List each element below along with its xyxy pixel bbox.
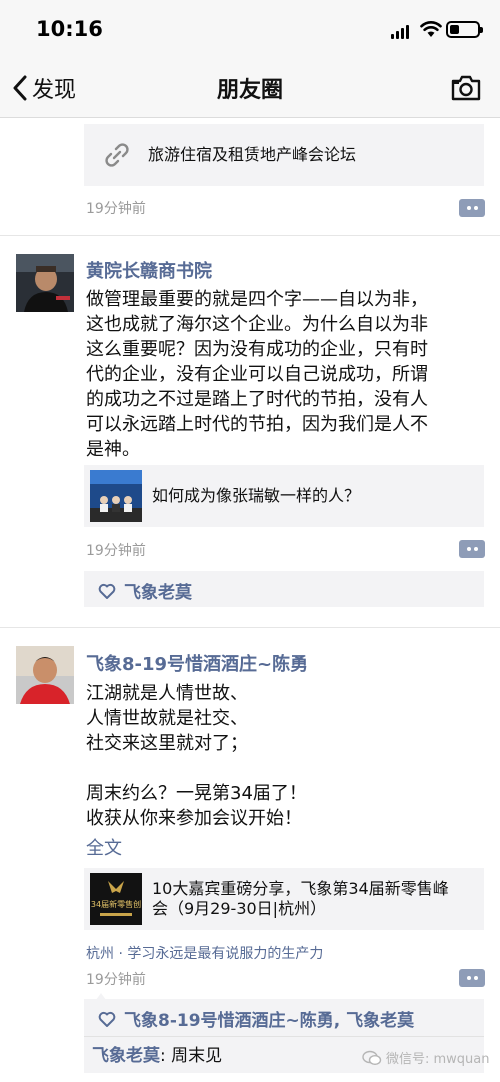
post-time: 19分钟前 bbox=[86, 201, 146, 217]
post-location[interactable]: 杭州 · 学习永远是最有说服力的生产力 bbox=[86, 943, 323, 963]
comment-more-button[interactable] bbox=[459, 969, 485, 987]
post-divider bbox=[0, 627, 500, 628]
post-author[interactable]: 黄院长赣商书院 bbox=[86, 257, 212, 283]
signal-icon bbox=[391, 25, 409, 39]
battery-icon bbox=[446, 21, 483, 38]
post-author[interactable]: 飞象8-19号惜酒酒庄~陈勇 bbox=[86, 650, 308, 676]
post-text: 江湖就是人情世故、 人情世故就是社交、 社交来这里就对了； 周末约么？一晃第34… bbox=[86, 683, 307, 829]
link-icon bbox=[105, 143, 129, 167]
link-thumbnail bbox=[90, 470, 142, 522]
comment-row[interactable]: 飞象老莫: 周末见 bbox=[92, 1041, 222, 1066]
likes-names[interactable]: 飞象老莫 bbox=[124, 578, 192, 603]
link-title-line1: 10大嘉宾重磅分享，飞象第34届新零售峰 bbox=[152, 879, 449, 898]
post-time: 19分钟前 bbox=[86, 972, 146, 988]
status-time: 10:16 bbox=[36, 17, 103, 41]
avatar[interactable] bbox=[16, 646, 74, 704]
link-title: 旅游住宿及租赁地产峰会论坛 bbox=[148, 145, 357, 164]
post-text: 做管理最重要的就是四个字——自以为非， 这也成就了海尔这个企业。为什么自以为非 … bbox=[86, 289, 428, 460]
heart-icon bbox=[98, 583, 116, 599]
avatar-image bbox=[16, 254, 74, 312]
page-title: 朋友圈 bbox=[216, 78, 283, 103]
likes-row: 飞象老莫 bbox=[98, 578, 192, 603]
post-time: 19分钟前 bbox=[86, 543, 146, 559]
likes-row: 飞象8-19号惜酒酒庄~陈勇, 飞象老莫 bbox=[98, 1006, 414, 1031]
likes-separator bbox=[84, 1036, 484, 1037]
comment-more-button[interactable] bbox=[459, 540, 485, 558]
likes-names[interactable]: 飞象8-19号惜酒酒庄~陈勇, 飞象老莫 bbox=[124, 1006, 414, 1031]
triangle-pointer bbox=[96, 993, 106, 1000]
camera-icon[interactable] bbox=[450, 74, 482, 102]
watermark-text: 微信号: mwquan bbox=[386, 1052, 490, 1067]
link-card[interactable]: 如何成为像张瑞敏一样的人？ bbox=[84, 465, 484, 527]
avatar-image bbox=[16, 646, 74, 704]
link-card[interactable]: 旅游住宿及租赁地产峰会论坛 bbox=[84, 124, 484, 186]
link-card[interactable]: 34届新零售创 10大嘉宾重磅分享，飞象第34届新零售峰 会（9月29-30日|… bbox=[84, 868, 484, 930]
wifi-icon bbox=[420, 21, 442, 37]
status-bar: 10:16 bbox=[0, 0, 500, 58]
comment-author[interactable]: 飞象老莫 bbox=[92, 1046, 160, 1066]
comment-text: : 周末见 bbox=[160, 1046, 223, 1066]
link-title-line2: 会（9月29-30日|杭州） bbox=[152, 899, 327, 918]
watermark: 微信号: mwquan bbox=[362, 1048, 490, 1067]
nav-bar: 发现 朋友圈 bbox=[0, 58, 500, 118]
thumbnail-caption: 34届新零售创 bbox=[90, 900, 142, 909]
wechat-icon bbox=[362, 1050, 382, 1065]
link-thumbnail: 34届新零售创 bbox=[90, 873, 142, 925]
post-divider bbox=[0, 235, 500, 236]
likes-box: 飞象老莫 bbox=[84, 571, 484, 607]
full-text-link[interactable]: 全文 bbox=[86, 834, 122, 860]
heart-icon bbox=[98, 1011, 116, 1027]
link-title: 如何成为像张瑞敏一样的人？ bbox=[152, 486, 361, 505]
avatar[interactable] bbox=[16, 254, 74, 312]
comment-more-button[interactable] bbox=[459, 199, 485, 217]
